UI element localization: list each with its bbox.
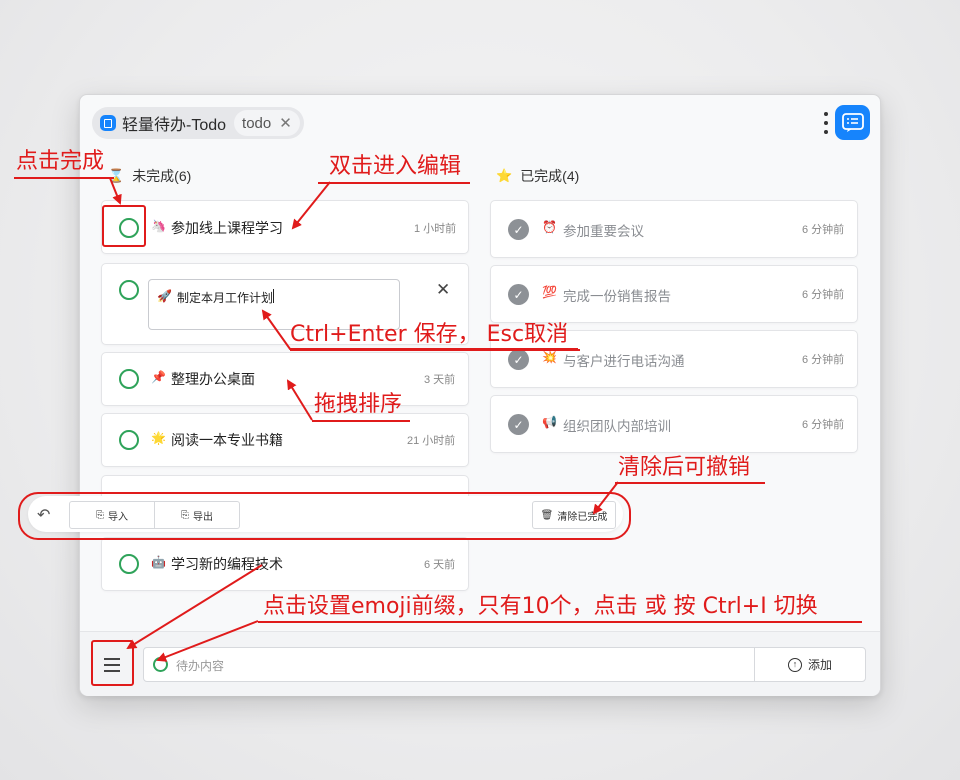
todo-input[interactable] (174, 654, 748, 677)
task-card[interactable]: 🤖 学习新的编程技术 6 天前 (101, 537, 469, 591)
sun-emoji-icon[interactable]: 🌟 (151, 431, 166, 445)
bottom-bar: ↑ 添加 (80, 631, 880, 696)
pending-column-title: ⌛ 未完成(6) (108, 168, 192, 184)
edit-text[interactable]: 制定本月工作计划 (177, 289, 273, 306)
alarm-emoji-icon[interactable]: ⏰ (542, 220, 557, 234)
close-icon[interactable]: ✕ (279, 116, 292, 131)
todo-input-wrapper: ↑ 添加 (143, 647, 866, 682)
tab-todo[interactable]: todo ✕ (234, 110, 300, 136)
robot-emoji-icon[interactable]: 🤖 (151, 555, 166, 569)
tab-app-label: 轻量待办-Todo (122, 117, 227, 134)
todo-list-icon[interactable] (835, 105, 870, 140)
hourglass-icon: ⌛ (108, 168, 125, 183)
add-button[interactable]: ↑ 添加 (754, 648, 865, 681)
annotation-clear-undo: 清除后可撤销 (618, 455, 751, 480)
annotation-edit-keys: Ctrl+Enter 保存， Esc取消 (290, 322, 569, 347)
task-text[interactable]: 与客户进行电话沟通 (563, 350, 685, 370)
highlight-menu (91, 640, 134, 686)
underline (290, 349, 580, 351)
task-text[interactable]: 学习新的编程技术 (171, 554, 283, 574)
annotation-emoji-prefix: 点击设置emoji前缀，只有10个，点击 或 按 Ctrl+I 切换 (263, 594, 818, 619)
complete-checkbox[interactable] (119, 280, 139, 300)
more-vertical-icon[interactable] (824, 112, 828, 134)
done-task-card[interactable]: ✓ 💯 完成一份销售报告 6 分钟前 (490, 265, 858, 323)
checkmark-icon[interactable]: ✓ (508, 284, 529, 305)
task-card[interactable]: 📌 整理办公桌面 3 天前 (101, 352, 469, 406)
underline (258, 621, 862, 623)
task-time: 1 小时前 (414, 223, 457, 235)
underline (318, 182, 470, 184)
underline (615, 482, 765, 484)
unicorn-emoji-icon[interactable]: 🦄 (151, 219, 166, 233)
task-card[interactable]: 🦄 参加线上课程学习 1 小时前 (101, 200, 469, 254)
task-time: 6 分钟前 (802, 289, 845, 301)
underline (14, 177, 114, 179)
complete-checkbox[interactable] (119, 430, 139, 450)
task-text[interactable]: 参加重要会议 (563, 220, 644, 240)
task-time: 6 分钟前 (802, 354, 845, 366)
complete-checkbox[interactable] (119, 554, 139, 574)
task-time: 21 小时前 (407, 435, 456, 447)
task-text[interactable]: 阅读一本专业书籍 (171, 430, 283, 450)
done-task-card[interactable]: ✓ 📢 组织团队内部培训 6 分钟前 (490, 395, 858, 453)
task-text[interactable]: 整理办公桌面 (171, 369, 255, 389)
annotation-double-click-edit: 双击进入编辑 (329, 154, 462, 179)
annotation-drag-sort: 拖拽排序 (314, 392, 403, 417)
task-time: 3 天前 (424, 374, 456, 386)
annotation-click-complete: 点击完成 (16, 149, 105, 174)
checkmark-icon[interactable]: ✓ (508, 414, 529, 435)
checkmark-icon[interactable]: ✓ (508, 349, 529, 370)
task-time: 6 天前 (424, 559, 456, 571)
complete-checkbox[interactable] (119, 369, 139, 389)
title-bar: 轻量待办-Todo todo ✕ (80, 95, 880, 151)
task-time: 6 分钟前 (802, 419, 845, 431)
upload-circle-icon: ↑ (787, 657, 802, 672)
tab-todo-label: todo (242, 114, 272, 132)
close-icon[interactable]: ✕ (436, 280, 450, 300)
task-time: 6 分钟前 (802, 224, 845, 236)
underline (312, 420, 410, 422)
done-column-title: ⭐ 已完成(4) (496, 168, 580, 184)
highlight-toolbar (18, 492, 631, 540)
pushpin-emoji-icon[interactable]: 📌 (151, 370, 166, 384)
tab-app[interactable]: 轻量待办-Todo (96, 110, 234, 136)
text-caret (273, 289, 274, 303)
star-icon: ⭐ (496, 168, 513, 183)
app-logo-icon (100, 115, 116, 131)
emoji-prefix-toggle[interactable] (153, 657, 168, 672)
task-card[interactable]: 🌟 阅读一本专业书籍 21 小时前 (101, 413, 469, 467)
hundred-emoji-icon[interactable]: 💯 (542, 285, 557, 299)
task-text[interactable]: 组织团队内部培训 (563, 415, 671, 435)
task-text[interactable]: 参加线上课程学习 (171, 218, 283, 238)
tab-strip: 轻量待办-Todo todo ✕ (92, 107, 304, 139)
add-button-label: 添加 (807, 658, 832, 672)
task-text[interactable]: 完成一份销售报告 (563, 285, 671, 305)
highlight-complete (102, 205, 146, 247)
rocket-emoji-icon[interactable]: 🚀 (157, 289, 172, 303)
collision-emoji-icon[interactable]: 💥 (542, 350, 557, 364)
megaphone-emoji-icon[interactable]: 📢 (542, 415, 557, 429)
checkmark-icon[interactable]: ✓ (508, 219, 529, 240)
done-task-card[interactable]: ✓ ⏰ 参加重要会议 6 分钟前 (490, 200, 858, 258)
